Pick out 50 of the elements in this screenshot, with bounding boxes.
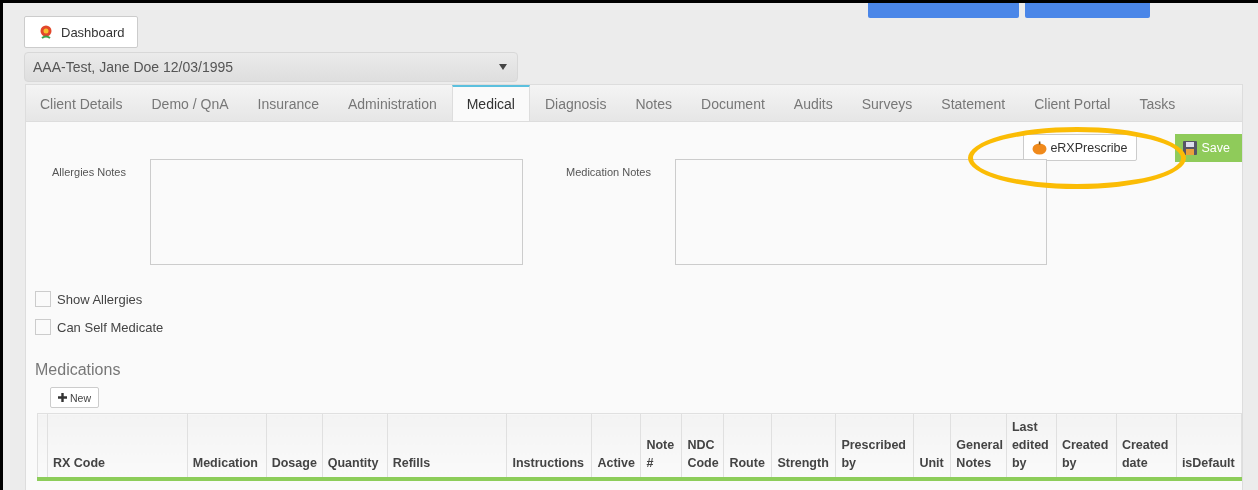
tab[interactable]: Surveys (847, 85, 927, 121)
column-header: Prescribed by (835, 413, 914, 479)
notes-field[interactable] (150, 159, 523, 265)
new-button[interactable]: New (50, 387, 99, 408)
toolbar-button[interactable] (1025, 3, 1150, 18)
tab[interactable]: Insurance (243, 85, 333, 121)
section-title: Medications (35, 361, 122, 379)
flower-icon (39, 24, 53, 40)
column-header: Created date (1116, 413, 1177, 479)
column-header: Medication (187, 413, 267, 479)
checkbox[interactable] (35, 319, 51, 335)
field-label: Allergies Notes (51, 165, 126, 180)
notes-field[interactable] (675, 159, 1047, 265)
column-header: Active (591, 413, 641, 479)
pumpkin-icon (1032, 140, 1048, 155)
checkbox-label: Show Allergies (57, 291, 143, 307)
column-header: Quantity (322, 413, 388, 479)
field-label: Medication Notes (565, 165, 651, 180)
tab[interactable]: Document (687, 85, 779, 121)
tab[interactable]: Audits (779, 85, 847, 121)
tab[interactable]: Tasks (1125, 85, 1190, 121)
column-header: NDC Code (681, 413, 724, 479)
tab[interactable]: Notes (621, 85, 686, 121)
column-header: RX Code (47, 413, 188, 479)
dashboard-button[interactable]: Dashboard (24, 16, 138, 48)
erx-prescribe-button[interactable]: eRXPrescribe (1023, 134, 1137, 161)
toolbar-button[interactable] (868, 3, 1019, 18)
column-header: isDefault (1176, 413, 1242, 479)
tab[interactable]: Demo / QnA (137, 85, 243, 121)
checkbox[interactable] (35, 291, 51, 307)
column-header: General Notes (950, 413, 1007, 479)
plus-icon (58, 393, 67, 402)
column-header: Last edited by (1006, 413, 1057, 479)
tab[interactable]: Statement (927, 85, 1020, 121)
column-header: Note # (640, 413, 682, 479)
tab[interactable]: Client Portal (1020, 85, 1125, 121)
tab[interactable]: Diagnosis (530, 85, 621, 121)
dropdown-caret-icon (499, 64, 507, 70)
column-header: Strength (771, 413, 836, 479)
tab[interactable]: Client Details (26, 85, 137, 121)
column-header: Instructions (507, 413, 592, 479)
column-header: Created by (1056, 413, 1117, 479)
column-header: Refills (387, 413, 507, 479)
column-header: Dosage (266, 413, 323, 479)
checkbox-label: Can Self Medicate (57, 319, 164, 335)
tab[interactable]: Medical (451, 85, 530, 121)
client-select[interactable]: AAA-Test, Jane Doe 12/03/1995 (24, 52, 518, 82)
tab[interactable]: Administration (334, 85, 451, 121)
column-header: Unit (913, 413, 951, 479)
column-header: Route (723, 413, 772, 479)
